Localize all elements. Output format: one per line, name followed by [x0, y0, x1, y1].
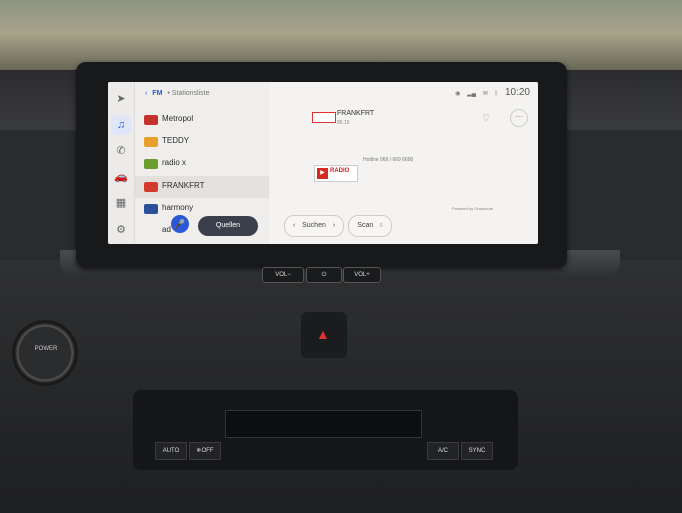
band-label[interactable]: FM: [152, 90, 162, 97]
navigation-arrow-icon[interactable]: ➤: [114, 92, 128, 106]
station-label: FRANKFRT: [162, 181, 205, 190]
station-label: TEDDY: [162, 136, 190, 145]
station-list: ‹ FM • Stationsliste Metropol TEDDY radi…: [135, 82, 269, 244]
infotainment-screen: ➤ ♫ ✆ 🚗 ▦ ⚙ ‹ FM • Stationsliste Metropo…: [108, 82, 538, 244]
list-item[interactable]: radio x: [135, 153, 269, 175]
now-playing-panel: ◉ ▂▄ ✉ ᛒ 10:20 FRANKFRT 95.15 ♡ ··· Hotl…: [270, 82, 538, 244]
gear-icon[interactable]: ⚙: [114, 223, 128, 237]
list-item[interactable]: TEDDY: [135, 131, 269, 153]
status-bar: ◉ ▂▄ ✉ ᛒ 10:20: [455, 87, 530, 98]
volume-down-button[interactable]: VOL−: [262, 267, 304, 283]
station-hotline: Hotline 069 / 669 6690: [363, 157, 414, 163]
station-logo-icon: [144, 182, 158, 192]
climate-sync-button[interactable]: SYNC: [461, 442, 493, 460]
scan-button[interactable]: Scan ≡: [348, 215, 392, 237]
scan-label: Scan: [357, 222, 374, 229]
climate-auto-button[interactable]: AUTO: [155, 442, 187, 460]
voice-microphone-icon[interactable]: 🎤: [171, 215, 189, 233]
car-icon[interactable]: 🚗: [114, 170, 128, 184]
station-logo-icon: [144, 159, 158, 169]
favorite-heart-icon[interactable]: ♡: [482, 113, 490, 124]
back-chevron-icon[interactable]: ‹: [145, 90, 147, 97]
station-logo-icon: [144, 137, 158, 147]
engine-power-button[interactable]: POWER: [12, 320, 78, 386]
list-item[interactable]: Metropol: [135, 109, 269, 131]
phone-icon[interactable]: ✆: [114, 144, 128, 158]
list-item-selected[interactable]: FRANKFRT: [135, 176, 269, 198]
seek-next-icon[interactable]: ›: [333, 222, 335, 229]
station-label: harmony: [162, 203, 194, 212]
climate-ac-button[interactable]: A/C: [427, 442, 459, 460]
hazard-button[interactable]: ▲: [301, 312, 347, 358]
music-note-icon[interactable]: ♫: [111, 115, 131, 135]
power-button-label: POWER: [34, 346, 58, 352]
bluetooth-icon: ᛒ: [494, 91, 499, 97]
scan-icon: ≡: [379, 223, 383, 229]
breadcrumb: ‹ FM • Stationsliste: [145, 90, 210, 97]
climate-off-button[interactable]: ❄OFF: [189, 442, 221, 460]
more-options-icon[interactable]: ···: [510, 109, 528, 127]
artwork-text: RADIO: [330, 168, 350, 174]
station-logo-icon: [144, 115, 158, 125]
page-title: Stationsliste: [171, 90, 210, 97]
seek-button[interactable]: ‹ Suchen ›: [284, 215, 344, 237]
power-toggle-icon[interactable]: ⏻: [306, 267, 342, 283]
station-label: radio x: [162, 158, 187, 167]
signal-icon: ▂▄: [467, 91, 476, 97]
seek-prev-icon[interactable]: ‹: [293, 222, 295, 229]
now-playing-frequency: 95.15: [337, 120, 350, 126]
sources-button[interactable]: Quellen: [198, 216, 258, 236]
now-playing-logo: [312, 112, 336, 123]
dashboard-console: [0, 260, 682, 513]
powered-by-label: Powered by Gracenote: [452, 206, 493, 211]
message-icon: ✉: [482, 91, 488, 97]
station-label: ad: [162, 225, 171, 234]
play-triangle-icon: ▶: [317, 168, 328, 179]
location-icon: ◉: [455, 91, 461, 97]
nav-rail: ➤ ♫ ✆ 🚗 ▦ ⚙: [108, 82, 135, 244]
volume-up-button[interactable]: VOL+: [343, 267, 381, 283]
climate-display: [225, 410, 422, 438]
breadcrumb-separator: •: [167, 90, 170, 97]
station-logo-icon: [144, 204, 158, 214]
station-artwork: ▶ RADIO: [314, 165, 358, 182]
now-playing-station: FRANKFRT: [337, 110, 375, 117]
clock: 10:20: [504, 87, 530, 98]
seek-label: Suchen: [302, 222, 326, 229]
station-label: Metropol: [162, 114, 194, 123]
apps-grid-icon[interactable]: ▦: [114, 196, 128, 210]
hazard-triangle-icon: ▲: [316, 326, 330, 342]
climate-panel: AUTO ❄OFF A/C SYNC: [133, 390, 518, 470]
